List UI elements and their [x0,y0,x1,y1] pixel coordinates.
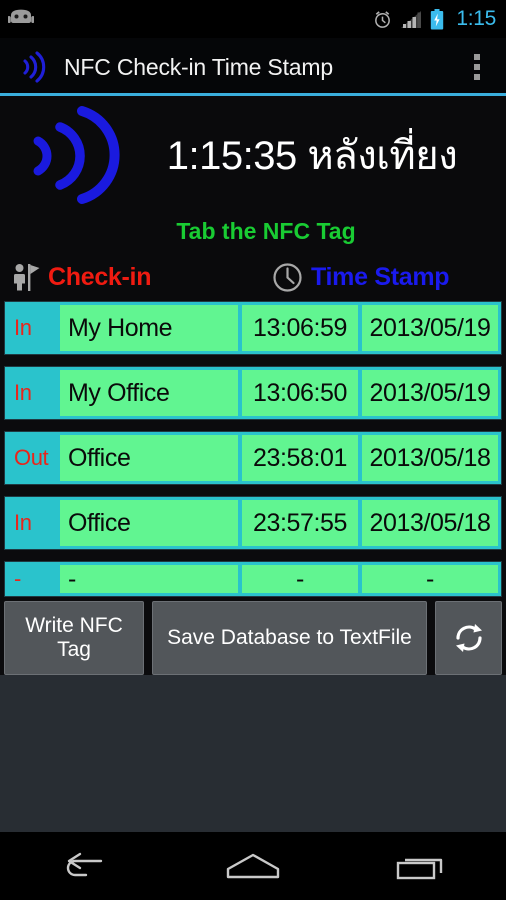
save-database-button[interactable]: Save Database to TextFile [152,601,427,675]
person-flag-icon [14,264,40,291]
android-mascot-icon [8,9,34,23]
write-nfc-tag-button[interactable]: Write NFC Tag [4,601,144,675]
row-time: 13:06:59 [242,305,358,351]
row-time: 23:58:01 [242,435,358,481]
table-row[interactable]: Out Office 23:58:01 2013/05/18 [4,431,502,485]
battery-charging-icon [431,8,444,29]
action-button-bar: Write NFC Tag Save Database to TextFile [0,597,506,675]
checkin-header-label: Check-in [48,262,152,291]
nfc-hint-text: Tab the NFC Tag [176,218,356,244]
row-date: 2013/05/18 [362,435,498,481]
overflow-dot [474,74,480,80]
alarm-clock-icon [375,10,391,28]
row-location: - [60,565,238,593]
row-direction: - [14,566,21,591]
row-direction: Out [14,445,49,470]
status-bar-left [8,9,373,29]
home-button[interactable] [203,840,303,892]
hero-row: 1:15:35 หลังเที่ยง [0,102,506,208]
empty-content-area [0,675,506,832]
table-row[interactable]: In My Home 13:06:59 2013/05/19 [4,301,502,355]
table-row[interactable]: In Office 23:57:55 2013/05/18 [4,496,502,550]
home-icon [226,853,280,879]
overflow-dot [474,64,480,70]
current-time-display: 1:15:35 หลังเที่ยง [166,134,458,178]
checkin-table: In My Home 13:06:59 2013/05/19 In My Off… [0,301,506,597]
back-button[interactable] [34,840,134,892]
row-direction: In [14,380,32,405]
timestamp-header-label: Time Stamp [311,262,450,291]
clock-outline-icon [273,262,302,292]
signal-bars-icon [401,10,422,28]
action-bar: NFC Check-in Time Stamp [0,38,506,96]
row-time: 23:57:55 [242,500,358,546]
overflow-menu-icon[interactable] [462,44,492,90]
checkin-header: Check-in [12,262,272,292]
table-row[interactable]: - - - - [4,561,502,597]
app-title: NFC Check-in Time Stamp [64,53,333,80]
row-time: - [242,565,358,593]
row-time: 13:06:50 [242,370,358,416]
row-date: 2013/05/19 [362,305,498,351]
column-headers: Check-in Time Stamp [0,253,506,301]
timestamp-header: Time Stamp [272,262,450,293]
status-bar-right: 1:15 [373,7,496,31]
row-location: My Home [60,305,238,351]
row-location: Office [60,435,238,481]
refresh-icon [455,624,482,652]
back-icon [67,852,103,877]
recent-apps-icon [396,858,442,880]
row-direction: In [14,315,32,340]
status-bar: 1:15 [0,0,506,38]
row-location: Office [60,500,238,546]
nfc-wave-icon [23,51,46,83]
hero-section: 1:15:35 หลังเที่ยง Tab the NFC Tag [0,96,506,253]
status-bar-clock: 1:15 [456,7,496,30]
row-date: - [362,565,498,593]
overflow-dot [474,54,480,60]
row-location: My Office [60,370,238,416]
row-date: 2013/05/19 [362,370,498,416]
table-row[interactable]: In My Office 13:06:50 2013/05/19 [4,366,502,420]
system-navigation-bar [0,832,506,900]
row-date: 2013/05/18 [362,500,498,546]
nfc-wave-icon [33,106,120,204]
refresh-button[interactable] [435,601,502,675]
row-direction: In [14,510,32,535]
recent-apps-button[interactable] [372,840,472,892]
phone-screen: 1:15 NFC Check-in Time Stamp 1:15:35 หลั… [0,0,506,900]
